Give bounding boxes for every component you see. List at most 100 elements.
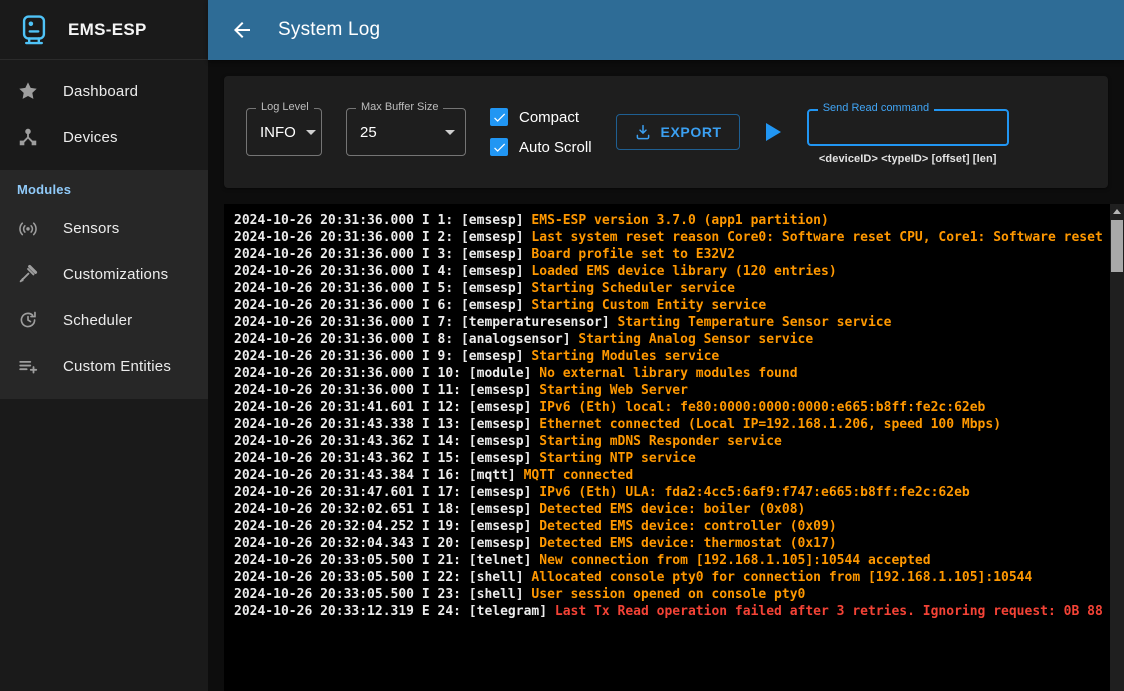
log-line-prefix: 2024-10-26 20:31:36.000 I 2: [emsesp] <box>234 230 531 245</box>
log-line: 2024-10-26 20:31:36.000 I 2: [emsesp] La… <box>234 229 1106 246</box>
send-read-field: Send Read command <box>807 109 1009 146</box>
log-line-message: Starting Modules service <box>531 349 719 364</box>
log-line: 2024-10-26 20:31:36.000 I 6: [emsesp] St… <box>234 297 1106 314</box>
log-line-prefix: 2024-10-26 20:31:43.338 I 13: [emsesp] <box>234 417 539 432</box>
log-line-message: Starting Web Server <box>539 383 688 398</box>
page-title: System Log <box>278 19 380 41</box>
log-line-prefix: 2024-10-26 20:31:43.362 I 14: [emsesp] <box>234 434 539 449</box>
log-line-prefix: 2024-10-26 20:33:05.500 I 23: [shell] <box>234 587 531 602</box>
log-line-message: Detected EMS device: thermostat (0x17) <box>539 536 836 551</box>
log-line-message: EMS-ESP version 3.7.0 (app1 partition) <box>531 213 828 228</box>
log-line: 2024-10-26 20:33:05.500 I 21: [telnet] N… <box>234 552 1106 569</box>
log-line-message: Ethernet connected (Local IP=192.168.1.2… <box>539 417 1001 432</box>
max-buffer-value: 25 <box>360 124 377 141</box>
content: Log Level INFO Max Buffer Size 25 <box>208 60 1124 691</box>
log-line-message: Starting Temperature Sensor service <box>618 315 892 330</box>
autoscroll-checkbox[interactable] <box>490 138 508 156</box>
compact-checkbox-label: Compact <box>519 109 579 126</box>
app-title: EMS-ESP <box>68 20 147 40</box>
send-read-group: Send Read command <deviceID> <typeID> [o… <box>807 109 1009 165</box>
log-level-value: INFO <box>260 124 296 141</box>
sidebar: EMS-ESP Dashboard Devices <box>0 0 208 691</box>
log-line-message: Starting Custom Entity service <box>531 298 766 313</box>
log-line-prefix: 2024-10-26 20:31:36.000 I 9: [emsesp] <box>234 349 531 364</box>
log-line: 2024-10-26 20:32:02.651 I 18: [emsesp] D… <box>234 501 1106 518</box>
sidebar-item-sensors[interactable]: Sensors <box>0 205 208 251</box>
play-icon[interactable] <box>766 123 781 141</box>
log-line-message: IPv6 (Eth) ULA: fda2:4cc5:6af9:f747:e665… <box>539 485 969 500</box>
triangle-up-icon <box>1113 209 1121 214</box>
log-line-message: Starting Analog Sensor service <box>578 332 813 347</box>
log-line-prefix: 2024-10-26 20:31:36.000 I 5: [emsesp] <box>234 281 531 296</box>
log-level-label: Log Level <box>256 101 314 113</box>
app-logo-icon <box>16 12 52 48</box>
log-line: 2024-10-26 20:33:12.319 E 24: [telegram]… <box>234 603 1106 620</box>
compact-checkbox-row[interactable]: Compact <box>490 108 592 126</box>
scrollbar-up-button[interactable] <box>1110 204 1124 219</box>
log-line: 2024-10-26 20:31:36.000 I 1: [emsesp] EM… <box>234 212 1106 229</box>
app-logo-row: EMS-ESP <box>0 0 208 60</box>
log-line-message: Allocated console pty0 for connection fr… <box>531 570 1032 585</box>
send-read-helper: <deviceID> <typeID> [offset] [len] <box>819 153 997 165</box>
arrow-back-icon <box>230 18 254 42</box>
sidebar-item-label: Dashboard <box>63 83 138 100</box>
log-line-prefix: 2024-10-26 20:33:12.319 E 24: [telegram] <box>234 604 555 619</box>
send-read-input[interactable] <box>819 119 997 137</box>
compact-checkbox[interactable] <box>490 108 508 126</box>
sidebar-item-devices[interactable]: Devices <box>0 114 208 160</box>
max-buffer-select[interactable]: Max Buffer Size 25 <box>346 108 466 156</box>
download-icon <box>634 123 652 141</box>
log-line-message: New connection from [192.168.1.105]:1054… <box>539 553 930 568</box>
autoscroll-checkbox-label: Auto Scroll <box>519 139 592 156</box>
log-line-prefix: 2024-10-26 20:32:02.651 I 18: [emsesp] <box>234 502 539 517</box>
sidebar-modules-section: Modules Sensors <box>0 170 208 399</box>
log-line: 2024-10-26 20:33:05.500 I 22: [shell] Al… <box>234 569 1106 586</box>
sidebar-item-customizations[interactable]: Customizations <box>0 251 208 297</box>
log-line-message: Detected EMS device: controller (0x09) <box>539 519 836 534</box>
log-line-prefix: 2024-10-26 20:31:41.601 I 12: [emsesp] <box>234 400 539 415</box>
log-line-prefix: 2024-10-26 20:31:36.000 I 10: [module] <box>234 366 539 381</box>
log-line-message: Loaded EMS device library (120 entries) <box>531 264 836 279</box>
log-line: 2024-10-26 20:31:36.000 I 9: [emsesp] St… <box>234 348 1106 365</box>
clock-refresh-icon <box>17 309 39 331</box>
star-icon <box>17 80 39 102</box>
autoscroll-checkbox-row[interactable]: Auto Scroll <box>490 138 592 156</box>
log-line-prefix: 2024-10-26 20:31:36.000 I 3: [emsesp] <box>234 247 531 262</box>
log-line-prefix: 2024-10-26 20:32:04.252 I 19: [emsesp] <box>234 519 539 534</box>
tools-icon <box>17 263 39 285</box>
log-line-prefix: 2024-10-26 20:33:05.500 I 22: [shell] <box>234 570 531 585</box>
sidebar-item-label: Custom Entities <box>63 358 171 375</box>
log-line: 2024-10-26 20:31:36.000 I 7: [temperatur… <box>234 314 1106 331</box>
sidebar-item-label: Scheduler <box>63 312 132 329</box>
sidebar-item-dashboard[interactable]: Dashboard <box>0 68 208 114</box>
app-root: EMS-ESP Dashboard Devices <box>0 0 1124 691</box>
log-line: 2024-10-26 20:33:05.500 I 23: [shell] Us… <box>234 586 1106 603</box>
sidebar-item-label: Customizations <box>63 266 168 283</box>
sidebar-item-scheduler[interactable]: Scheduler <box>0 297 208 343</box>
log-line: 2024-10-26 20:31:36.000 I 4: [emsesp] Lo… <box>234 263 1106 280</box>
appbar: System Log <box>208 0 1124 60</box>
log-line-prefix: 2024-10-26 20:31:36.000 I 1: [emsesp] <box>234 213 531 228</box>
controls-card: Log Level INFO Max Buffer Size 25 <box>224 76 1108 188</box>
log-line-prefix: 2024-10-26 20:31:36.000 I 7: [temperatur… <box>234 315 618 330</box>
log-level-select[interactable]: Log Level INFO <box>246 108 322 156</box>
log-line-prefix: 2024-10-26 20:33:05.500 I 21: [telnet] <box>234 553 539 568</box>
log-line-message: MQTT connected <box>524 468 634 483</box>
log-panel[interactable]: 2024-10-26 20:31:36.000 I 1: [emsesp] EM… <box>224 204 1124 691</box>
sidebar-item-custom-entities[interactable]: Custom Entities <box>0 343 208 389</box>
log-scrollbar[interactable] <box>1110 204 1124 691</box>
log-line: 2024-10-26 20:31:43.362 I 14: [emsesp] S… <box>234 433 1106 450</box>
log-lines: 2024-10-26 20:31:36.000 I 1: [emsesp] EM… <box>224 204 1124 628</box>
scrollbar-thumb[interactable] <box>1111 220 1123 272</box>
log-line-prefix: 2024-10-26 20:31:36.000 I 4: [emsesp] <box>234 264 531 279</box>
log-line: 2024-10-26 20:31:43.384 I 16: [mqtt] MQT… <box>234 467 1106 484</box>
chevron-down-icon <box>306 130 316 135</box>
check-icon <box>492 140 507 155</box>
log-line: 2024-10-26 20:31:36.000 I 5: [emsesp] St… <box>234 280 1106 297</box>
log-line-prefix: 2024-10-26 20:31:36.000 I 6: [emsesp] <box>234 298 531 313</box>
playlist-add-icon <box>17 355 39 377</box>
back-button[interactable] <box>230 18 254 42</box>
log-line-message: Starting mDNS Responder service <box>539 434 782 449</box>
export-button[interactable]: EXPORT <box>616 114 740 150</box>
log-line: 2024-10-26 20:31:36.000 I 11: [emsesp] S… <box>234 382 1106 399</box>
